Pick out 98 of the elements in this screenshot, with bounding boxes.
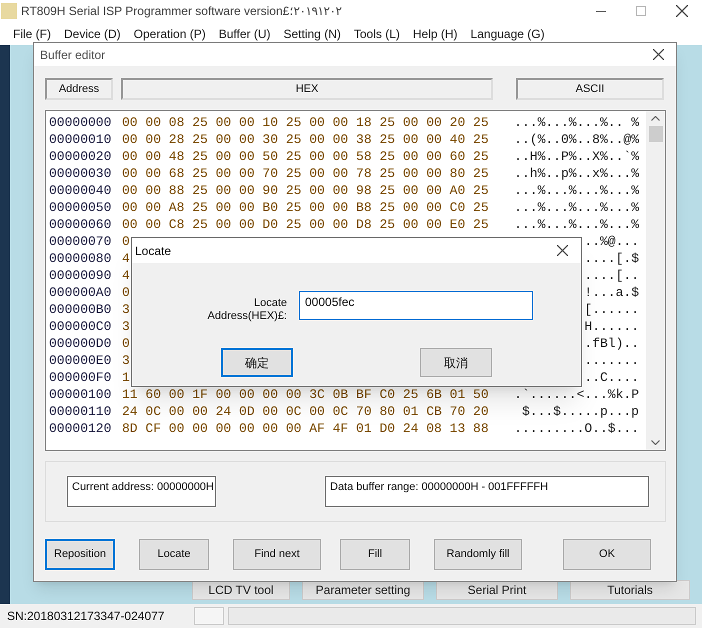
dialog-button[interactable]: OK <box>563 539 651 570</box>
scroll-up-icon[interactable] <box>651 116 660 121</box>
address-cell: 000000B0 <box>49 302 112 317</box>
dialog-title: Buffer editor <box>40 46 106 64</box>
column-header: HEX <box>121 78 493 100</box>
hex-cell: 11 60 00 1F 00 00 00 00 3C 0B BF C0 25 6B 01 50 <box>122 387 489 402</box>
address-cell: 000000C0 <box>49 319 112 334</box>
address-cell: 00000000 <box>49 115 112 130</box>
address-cell: 00000030 <box>49 166 112 181</box>
dialog-button[interactable]: Locate <box>139 539 209 570</box>
hex-cell: 4 <box>122 268 130 283</box>
hex-cell: 00 00 68 25 00 00 70 25 00 00 78 25 00 00 80 25 <box>122 166 489 181</box>
hex-cell: 8D CF 00 00 00 00 00 00 AF 4F 01 D0 24 08 13 88 <box>122 421 489 436</box>
tool-tab[interactable]: Tutorials <box>570 580 690 600</box>
address-cell: 00000120 <box>49 421 112 436</box>
ascii-cell: ...%...%...%...% <box>514 216 639 233</box>
address-cell: 00000050 <box>49 200 112 215</box>
address-cell: 00000060 <box>49 217 112 232</box>
dialog-button[interactable]: Fill <box>340 539 410 570</box>
hex-cell: 00 00 08 25 00 00 10 25 00 00 18 25 00 00 20 25 <box>122 115 489 130</box>
column-header: ASCII <box>516 78 664 100</box>
ascii-cell: ..(%..0%..8%..@% <box>514 131 639 148</box>
hex-cell: 3 <box>122 302 130 317</box>
close-icon[interactable] <box>653 49 664 60</box>
ascii-cell: .fBl).. <box>584 335 639 352</box>
dialog-button[interactable]: Reposition <box>45 539 115 570</box>
hex-cell: 00 00 88 25 00 00 90 25 00 00 98 25 00 00 A0 25 <box>122 183 489 198</box>
ascii-cell: ...%...%...%...% <box>514 182 639 199</box>
ascii-cell: ..C.... <box>584 369 639 386</box>
ascii-cell: ...%...%...%.. % <box>514 114 639 131</box>
ascii-cell: $...$.....p...p <box>522 403 639 420</box>
app-logo-icon <box>1 3 17 19</box>
address-label: Locate Address(HEX)£: <box>206 297 287 323</box>
minimize-icon[interactable] <box>596 10 606 12</box>
current-address-field: Current address: 00000000H <box>67 476 216 507</box>
scroll-down-icon[interactable] <box>651 440 660 445</box>
scrollbar-thumb[interactable] <box>648 126 662 142</box>
scrollbar[interactable] <box>646 111 665 450</box>
serial-number: SN:20180312173347-024077 <box>6 608 166 625</box>
menu-item[interactable]: Buffer (U) <box>218 24 270 42</box>
menu-item[interactable]: Tools (L) <box>354 24 400 42</box>
menu-item[interactable]: Setting (N) <box>284 24 341 42</box>
address-cell: 000000D0 <box>49 336 112 351</box>
address-cell: 00000010 <box>49 132 112 147</box>
hex-cell: 00 00 28 25 00 00 30 25 00 00 38 25 00 00 40 25 <box>122 132 489 147</box>
column-header: Address <box>45 78 113 100</box>
ascii-cell: [...... <box>584 301 639 318</box>
address-cell: 00000100 <box>49 387 112 402</box>
ascii-cell: ....[.. <box>584 267 639 284</box>
dialog-button[interactable]: Find next <box>233 539 321 570</box>
ascii-cell: ....... <box>584 352 639 369</box>
ascii-cell: ..%@... <box>584 233 639 250</box>
ascii-cell: .........O..$... <box>514 420 639 437</box>
menu-item[interactable]: Operation (P) <box>134 24 206 42</box>
address-input[interactable]: 00005fec <box>299 291 533 320</box>
hex-cell: 4 <box>122 251 130 266</box>
buffer-range-field: Data buffer range: 00000000H - 001FFFFFH <box>325 476 649 507</box>
address-cell: 000000E0 <box>49 353 112 368</box>
ascii-cell: .`......<...%k.P <box>514 386 639 403</box>
menu-item[interactable]: File (F) <box>13 24 51 42</box>
dialog-button[interactable]: Randomly fill <box>434 539 522 570</box>
hex-cell: 0 <box>122 234 130 249</box>
hex-cell: 1 <box>122 370 130 385</box>
hex-cell: 24 0C 00 00 24 0D 00 0C 00 0C 70 80 01 CB 70 20 <box>122 404 489 419</box>
tool-tab[interactable]: Serial Print <box>436 580 558 600</box>
ascii-cell: ...%...%...%...% <box>514 199 639 216</box>
address-cell: 000000A0 <box>49 285 112 300</box>
hex-cell: 3 <box>122 353 130 368</box>
dialog-button[interactable]: 取消 <box>420 348 492 377</box>
address-cell: 00000070 <box>49 234 112 249</box>
address-cell: 00000040 <box>49 183 112 198</box>
tool-tab[interactable]: LCD TV tool <box>192 580 290 600</box>
dialog-button[interactable]: 确定 <box>221 348 293 377</box>
ascii-cell: H...... <box>584 318 639 335</box>
hex-cell: 0 <box>122 285 130 300</box>
hex-cell: 00 00 48 25 00 00 50 25 00 00 58 25 00 00 60 25 <box>122 149 489 164</box>
hex-cell: 3 <box>122 319 130 334</box>
close-icon[interactable] <box>557 245 568 256</box>
status-panel <box>194 607 224 625</box>
address-cell: 00000080 <box>49 251 112 266</box>
address-cell: 00000090 <box>49 268 112 283</box>
ascii-cell: !...a.$ <box>584 284 639 301</box>
ascii-cell: ....[.$ <box>584 250 639 267</box>
window-title: RT809H Serial ISP Programmer software version£٢٠١٩١٢٠٢؛ <box>21 3 342 20</box>
ascii-cell: ..H%..P%..X%..`% <box>514 148 639 165</box>
dialog-title: Locate <box>135 242 172 260</box>
menu-item[interactable]: Help (H) <box>412 24 458 42</box>
menu-item[interactable]: Language (G) <box>470 24 545 42</box>
address-cell: 00000020 <box>49 149 112 164</box>
tool-tab[interactable]: Parameter setting <box>302 580 424 600</box>
hex-cell: 00 00 C8 25 00 00 D0 25 00 00 D8 25 00 00 E0 25 <box>122 217 489 232</box>
hex-cell: 0 <box>122 336 130 351</box>
hex-cell: 00 00 A8 25 00 00 B0 25 00 00 B8 25 00 00 C0 25 <box>122 200 489 215</box>
close-icon[interactable] <box>676 5 688 17</box>
menu-item[interactable]: Device (D) <box>64 24 121 42</box>
ascii-cell: ..h%..p%..x%...% <box>514 165 639 182</box>
address-cell: 00000110 <box>49 404 112 419</box>
address-cell: 000000F0 <box>49 370 112 385</box>
